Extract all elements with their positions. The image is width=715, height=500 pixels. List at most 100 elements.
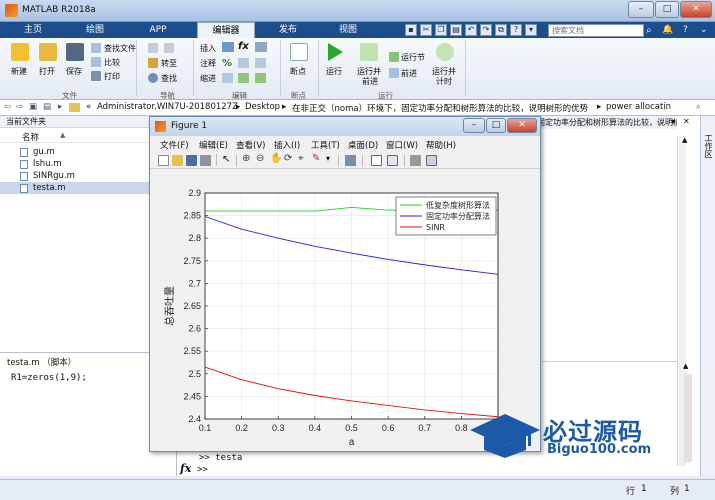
fx-insert-icon[interactable]: fx <box>238 41 249 52</box>
panel-close-icon[interactable]: ✕ <box>683 117 690 126</box>
workspace-label[interactable]: 工作区 <box>704 134 713 158</box>
breakpoints-icon[interactable] <box>290 43 308 61</box>
new-button[interactable]: 新建 <box>11 66 27 77</box>
rotate-3d-icon[interactable]: ⟳ <box>284 153 292 164</box>
figure-window[interactable]: Figure 1 – □ ✕ 文件(F) 编辑(E) 查看(V) 插入(I) 工… <box>149 116 541 452</box>
compare-button[interactable]: 比较 <box>104 57 120 68</box>
run-advance-icon[interactable] <box>360 43 378 61</box>
path-overflow[interactable]: « <box>86 102 91 112</box>
uncomment-icon[interactable] <box>238 58 249 68</box>
print-button[interactable]: 打印 <box>104 71 120 82</box>
advance-button[interactable]: 前进 <box>401 68 417 79</box>
smart-indent-icon[interactable] <box>222 73 233 83</box>
forward-nav-icon[interactable] <box>164 43 174 53</box>
path-segment-desktop[interactable]: Desktop <box>245 102 280 112</box>
brush-dropdown-icon[interactable]: ▾ <box>326 154 330 163</box>
data-cursor-icon[interactable]: ⌖ <box>298 153 304 164</box>
help-icon[interactable]: ? <box>683 25 688 35</box>
run-button[interactable]: 运行 <box>326 66 342 77</box>
show-tools-icon[interactable] <box>426 155 437 166</box>
decrease-indent-icon[interactable] <box>255 73 266 83</box>
paste-icon[interactable]: ▤ <box>450 24 462 36</box>
fx-icon[interactable]: fx <box>180 462 191 475</box>
menu-window[interactable]: 窗口(W) <box>386 139 418 151</box>
menu-help[interactable]: 帮助(H) <box>426 139 456 151</box>
tab-view[interactable]: 视图 <box>322 22 374 38</box>
expand-icon[interactable]: ⌄ <box>700 25 708 35</box>
undo-icon[interactable]: ↶ <box>465 24 477 36</box>
cut-icon[interactable]: ✂ <box>420 24 432 36</box>
path-dropdown-icon[interactable]: ▸ <box>58 102 62 112</box>
menu-view[interactable]: 查看(V) <box>236 139 265 151</box>
goto-button[interactable]: 转至 <box>161 58 177 69</box>
tab-editor[interactable]: 编辑器 <box>197 22 255 38</box>
open-icon[interactable] <box>39 43 57 61</box>
pan-icon[interactable]: ✋ <box>270 153 282 164</box>
legend-icon[interactable] <box>387 155 398 166</box>
indent-button[interactable]: 缩进 <box>200 73 216 84</box>
search-icon[interactable]: ⌕ <box>646 25 652 36</box>
figure-minimize-button[interactable]: – <box>463 118 485 133</box>
command-scrollbar[interactable] <box>684 374 692 462</box>
tab-plots[interactable]: 绘图 <box>70 22 120 38</box>
run-icon[interactable] <box>328 43 343 61</box>
save-figure-icon[interactable] <box>186 155 197 166</box>
find-file-button[interactable]: 查找文件 <box>104 43 136 54</box>
new-figure-icon[interactable] <box>158 155 169 166</box>
tab-home[interactable]: 主页 <box>8 22 58 38</box>
tab-publish[interactable]: 发布 <box>262 22 314 38</box>
comment-percent-icon[interactable]: % <box>222 58 232 69</box>
command-prompt[interactable]: >> <box>197 465 208 475</box>
close-button[interactable]: ✕ <box>680 1 712 18</box>
find-button[interactable]: 查找 <box>161 73 177 84</box>
menu-desktop[interactable]: 桌面(D) <box>348 139 378 151</box>
save-quick-icon[interactable]: ▪ <box>405 24 417 36</box>
figure-close-button[interactable]: ✕ <box>507 118 537 133</box>
path-segment-current[interactable]: power allocatin <box>606 102 671 112</box>
forward-arrow-icon[interactable]: ⇨ <box>16 102 23 112</box>
menu-edit[interactable]: 编辑(E) <box>199 139 228 151</box>
back-nav-icon[interactable] <box>148 43 158 53</box>
run-time-icon[interactable] <box>436 43 454 61</box>
run-time-label-2[interactable]: 计时 <box>436 76 452 87</box>
brush-icon[interactable]: ✎ <box>312 153 320 164</box>
help-quick-icon[interactable]: ? <box>510 24 522 36</box>
run-advance-label-2[interactable]: 前进 <box>362 76 378 87</box>
new-icon[interactable] <box>11 43 29 61</box>
wrap-comment-icon[interactable] <box>255 58 266 68</box>
menu-insert[interactable]: 插入(I) <box>274 139 300 151</box>
open-file-icon[interactable] <box>172 155 183 166</box>
hide-tools-icon[interactable] <box>410 155 421 166</box>
maximize-button[interactable]: □ <box>655 1 679 18</box>
browse-folder-icon[interactable]: ▤ <box>43 102 51 112</box>
menu-file[interactable]: 文件(F) <box>160 139 189 151</box>
customize-icon[interactable]: ▾ <box>525 24 537 36</box>
name-column-header[interactable]: 名称 <box>22 131 39 143</box>
colorbar-icon[interactable] <box>371 155 382 166</box>
scroll-up-icon[interactable]: ▲ <box>682 136 693 144</box>
redo-icon[interactable]: ↷ <box>480 24 492 36</box>
insert-button[interactable]: 插入 <box>200 43 216 54</box>
editor-tab-behind[interactable]: 固定功率分配和树形算法的比较，说明树形的优... <box>537 116 677 129</box>
scroll-up-icon[interactable]: ▲ <box>683 362 688 370</box>
panel-menu-icon[interactable]: ▾ <box>671 117 675 126</box>
run-section-button[interactable]: 运行节 <box>401 52 425 63</box>
figure-title-bar[interactable]: Figure 1 – □ ✕ <box>150 117 540 136</box>
switch-windows-icon[interactable]: ⧉ <box>495 24 507 36</box>
figure-maximize-button[interactable]: □ <box>486 118 506 133</box>
breakpoints-button[interactable]: 断点 <box>290 66 306 77</box>
print-figure-icon[interactable] <box>200 155 211 166</box>
save-button[interactable]: 保存 <box>66 66 82 77</box>
path-segment-user[interactable]: Administrator.WIN7U-20180127Z <box>97 102 238 112</box>
back-arrow-icon[interactable]: ⇦ <box>4 102 11 112</box>
workspace-strip[interactable]: 工作区 <box>700 116 715 476</box>
search-input[interactable]: 搜索文档 <box>548 24 644 37</box>
up-folder-icon[interactable]: ▣ <box>29 102 37 112</box>
link-plot-icon[interactable] <box>345 155 356 166</box>
open-button[interactable]: 打开 <box>39 66 55 77</box>
copy-icon[interactable]: ❐ <box>435 24 447 36</box>
zoom-out-icon[interactable]: ⊖ <box>256 153 264 164</box>
menu-tools[interactable]: 工具(T) <box>311 139 340 151</box>
tab-apps[interactable]: APP <box>134 22 182 38</box>
edit-plot-icon[interactable]: ↖ <box>222 154 230 165</box>
